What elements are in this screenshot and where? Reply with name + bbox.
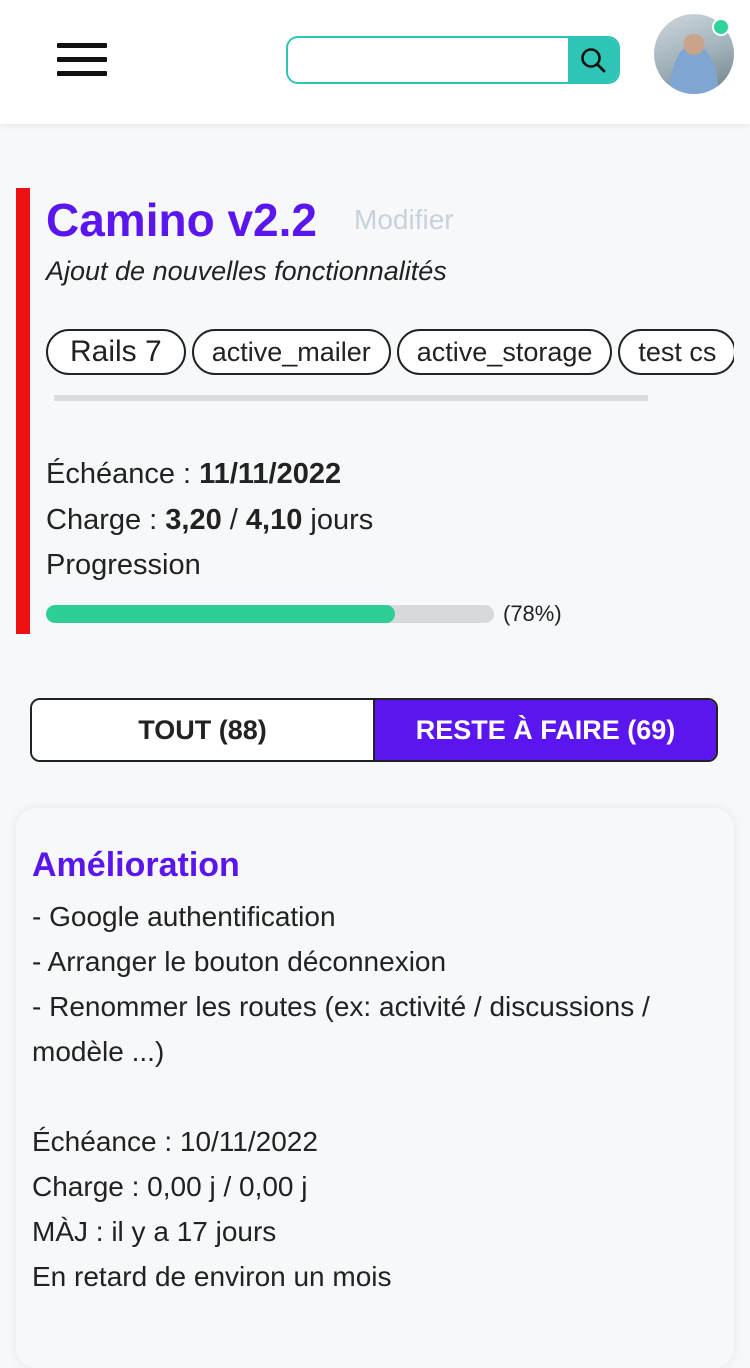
- progress-percent: (78%): [503, 601, 562, 626]
- load-label: Charge :: [46, 504, 166, 536]
- load-done: 3,20: [165, 504, 222, 536]
- deadline-label: Échéance :: [46, 458, 200, 490]
- tag[interactable]: Rails 7: [46, 329, 186, 375]
- task-card[interactable]: Amélioration - Google authentification -…: [16, 808, 734, 1368]
- task-description-line: - Arranger le bouton déconnexion: [32, 946, 447, 977]
- online-status-dot: [712, 18, 730, 36]
- top-bar: [0, 0, 750, 124]
- search-input[interactable]: [288, 38, 570, 82]
- task-description-line: modèle ...): [32, 1036, 165, 1067]
- task-deadline: Échéance : 10/11/2022: [32, 1126, 318, 1157]
- deadline-line: Échéance : 11/11/2022: [46, 458, 341, 491]
- project-subtitle: Ajout de nouvelles fonctionnalités: [46, 256, 447, 286]
- deadline-value: 11/11/2022: [199, 458, 342, 490]
- progress-bar: [46, 605, 494, 623]
- priority-bar: [16, 188, 30, 634]
- edit-link[interactable]: Modifier: [354, 204, 454, 236]
- load-separator: /: [221, 504, 246, 536]
- load-unit: jours: [302, 504, 374, 536]
- task-updated: MÀJ : il y a 17 jours: [32, 1216, 277, 1247]
- menu-icon[interactable]: [57, 43, 107, 77]
- tag[interactable]: test cs: [618, 329, 734, 375]
- task-delay-status: En retard de environ un mois: [32, 1261, 392, 1292]
- tag-list[interactable]: Rails 7 active_mailer active_storage test c…: [46, 329, 734, 379]
- search-button[interactable]: [568, 38, 618, 82]
- search-icon: [581, 48, 606, 73]
- tag[interactable]: active_mailer: [191, 329, 391, 375]
- progress-fill: [46, 605, 396, 623]
- task-title: Amélioration: [32, 846, 240, 884]
- load-total: 4,10: [245, 504, 303, 536]
- task-description-line: - Google authentification: [32, 901, 336, 932]
- project-title: Camino v2.2: [46, 194, 317, 246]
- tags-scrollbar[interactable]: [54, 395, 648, 401]
- search-box: [286, 36, 620, 84]
- task-filter-tabs: TOUT (88) RESTE À FAIRE (69): [30, 698, 718, 762]
- tab-todo[interactable]: RESTE À FAIRE (69): [375, 700, 716, 760]
- progress-label: Progression: [46, 549, 201, 581]
- project-summary: Camino v2.2 Modifier Ajout de nouvelles …: [16, 188, 736, 634]
- tag[interactable]: active_storage: [396, 329, 613, 375]
- tab-all[interactable]: TOUT (88): [32, 700, 375, 760]
- load-line: Charge : 3,20 / 4,10 jours: [46, 504, 373, 537]
- task-load: Charge : 0,00 j / 0,00 j: [32, 1171, 308, 1202]
- task-description-line: - Renommer les routes (ex: activité / di…: [32, 991, 650, 1022]
